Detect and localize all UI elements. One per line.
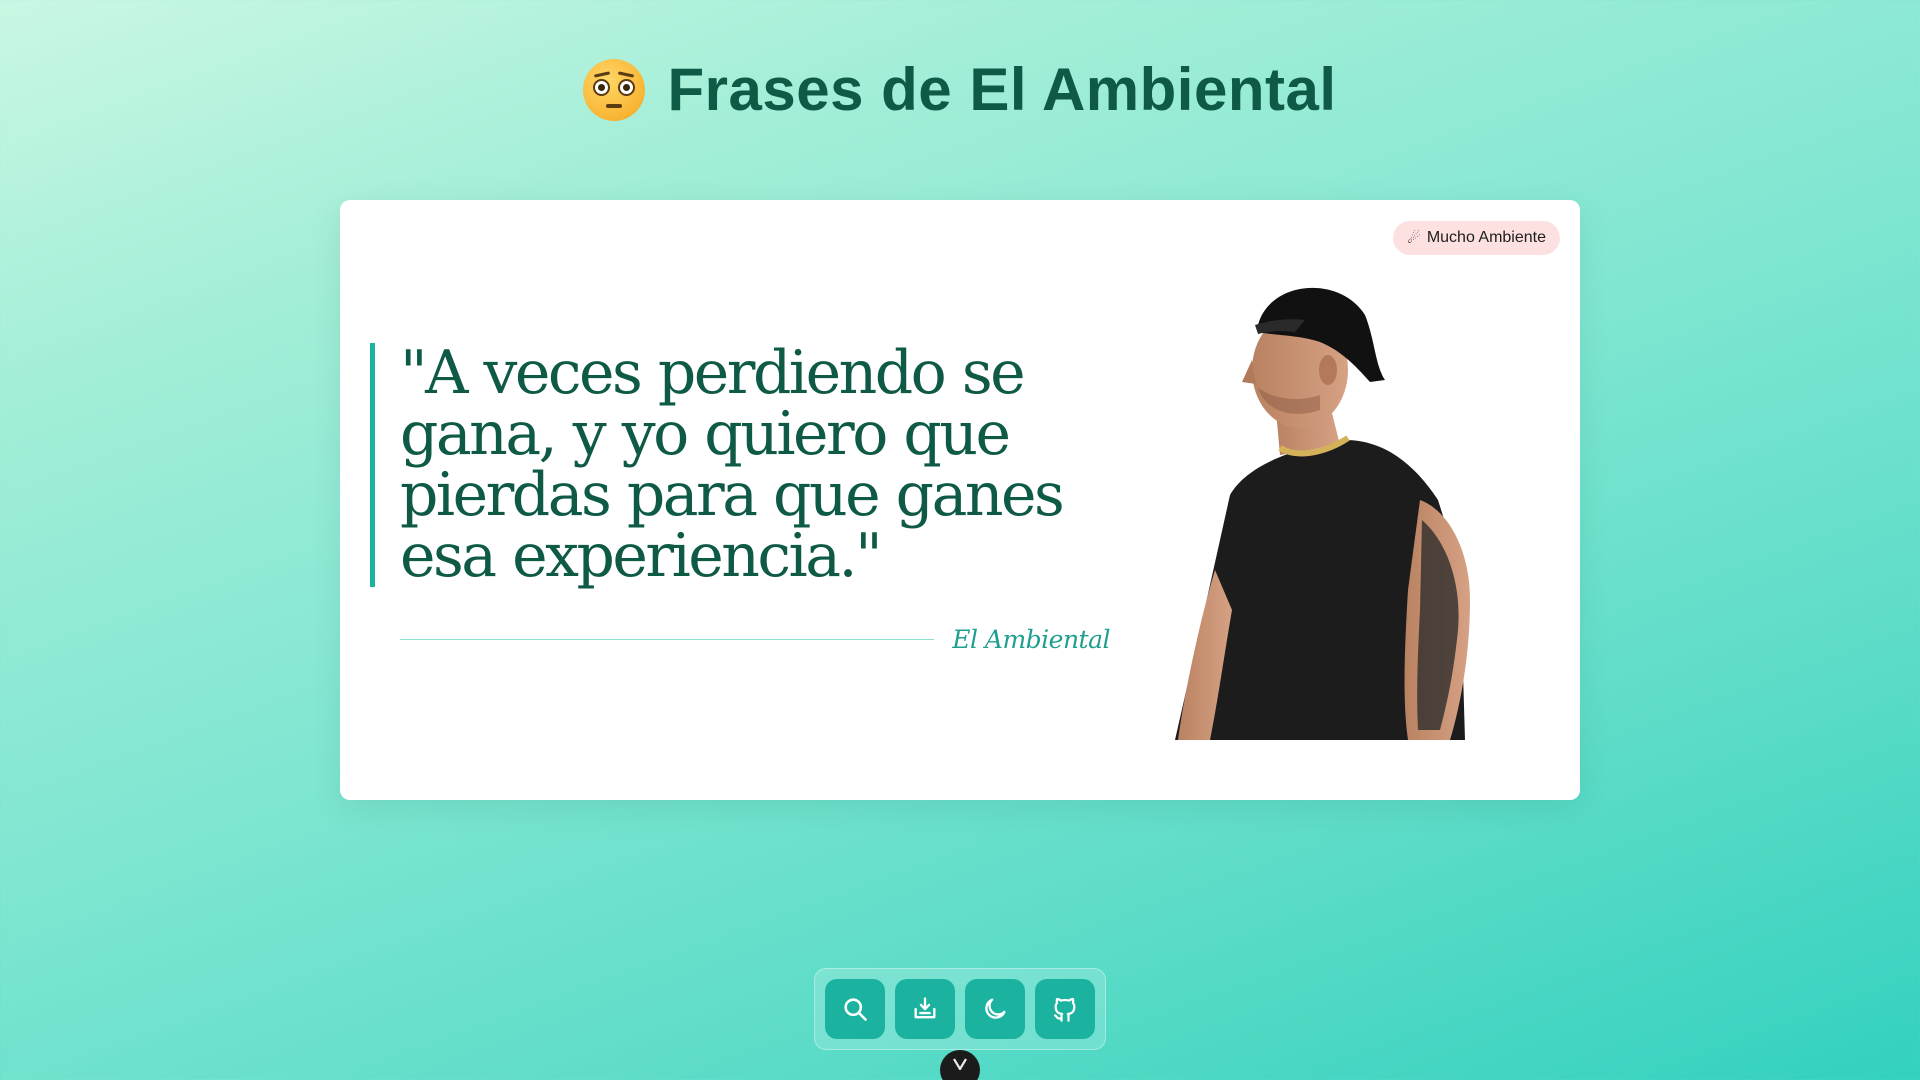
quote-text: "A veces perdiendo se gana, y yo quiero … [400, 338, 1065, 591]
quote-card: ☄ Mucho Ambiente "A veces perdiendo se g… [340, 200, 1580, 800]
face-with-raised-eyebrows-emoji-icon [583, 58, 646, 121]
search-button[interactable] [825, 979, 885, 1039]
author-divider [400, 639, 935, 640]
page-header: Frases de El Ambiental [0, 55, 1920, 124]
dark-mode-toggle[interactable] [965, 979, 1025, 1039]
page-title: Frases de El Ambiental [667, 56, 1337, 123]
el-ambiental-photo [1175, 287, 1470, 740]
quote-block: "A veces perdiendo se gana, y yo quiero … [370, 343, 1110, 587]
quote-author: El Ambiental [952, 625, 1110, 654]
download-icon [914, 997, 936, 1019]
category-badge-label: Mucho Ambiente [1426, 229, 1546, 246]
vercel-toolbar-button[interactable] [940, 1050, 980, 1080]
v-logo-icon [953, 1058, 967, 1070]
comet-icon: ☄ [1407, 229, 1421, 247]
category-badge[interactable]: ☄ Mucho Ambiente [1393, 221, 1560, 255]
moon-icon [985, 998, 1006, 1019]
github-icon [1053, 997, 1076, 1022]
search-icon [844, 998, 867, 1021]
github-button[interactable] [1035, 979, 1095, 1039]
toolbar [814, 968, 1106, 1050]
author-row: El Ambiental [400, 625, 1110, 654]
download-button[interactable] [895, 979, 955, 1039]
